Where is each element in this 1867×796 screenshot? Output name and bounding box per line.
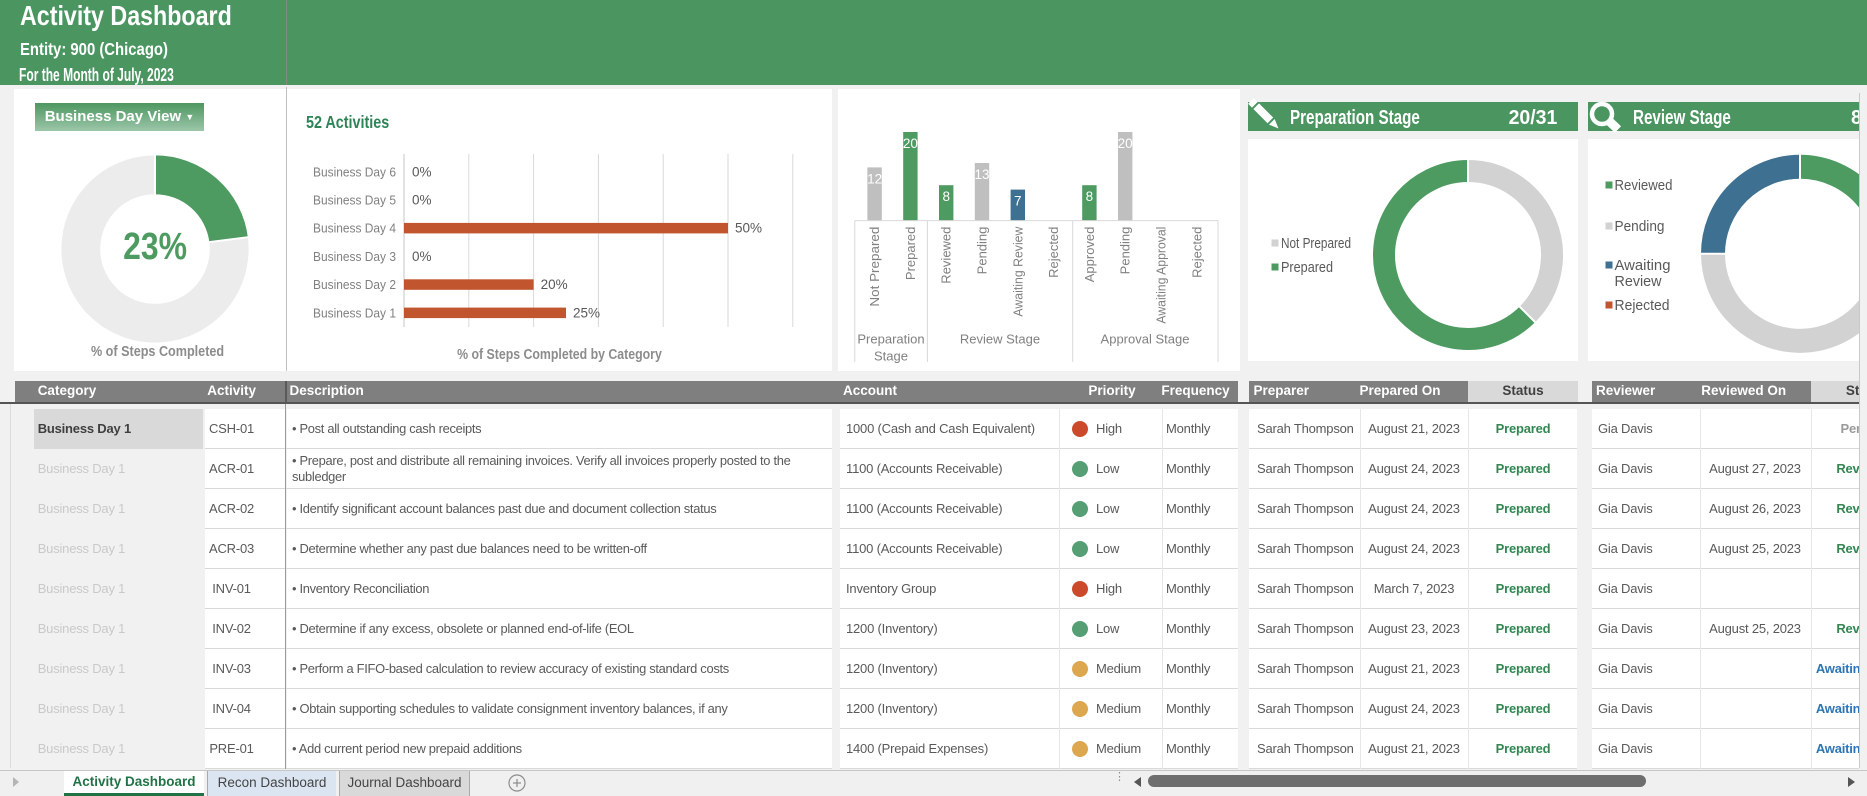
svg-text:0%: 0%: [412, 193, 432, 208]
svg-text:Rejected: Rejected: [1189, 227, 1204, 278]
svg-text:Reviewed: Reviewed: [1615, 177, 1673, 194]
svg-text:Approved: Approved: [1082, 227, 1097, 283]
svg-text:8: 8: [1086, 189, 1094, 204]
svg-text:Business Day 3: Business Day 3: [313, 249, 396, 264]
svg-text:Pending: Pending: [1615, 218, 1665, 235]
svg-text:20: 20: [903, 136, 918, 151]
svg-text:Pending: Pending: [975, 227, 990, 275]
svg-text:25%: 25%: [573, 305, 600, 320]
svg-text:Review Stage: Review Stage: [960, 332, 1040, 347]
svg-text:Awaiting: Awaiting: [1615, 257, 1671, 274]
svg-text:Pending: Pending: [1118, 227, 1133, 275]
svg-text:Business Day 6: Business Day 6: [313, 164, 396, 179]
svg-text:Prepared: Prepared: [1281, 259, 1333, 276]
svg-text:Review: Review: [1615, 273, 1662, 290]
svg-text:13: 13: [974, 167, 989, 182]
svg-text:Awaiting Review: Awaiting Review: [1010, 226, 1025, 317]
svg-text:Stage: Stage: [874, 349, 908, 364]
svg-text:Rejected: Rejected: [1046, 227, 1061, 278]
svg-text:20: 20: [1118, 136, 1133, 151]
svg-text:Not Prepared: Not Prepared: [1281, 235, 1351, 252]
svg-text:20%: 20%: [541, 277, 568, 292]
svg-text:Business Day 5: Business Day 5: [313, 193, 396, 208]
svg-text:50%: 50%: [735, 221, 762, 236]
svg-text:0%: 0%: [412, 164, 432, 179]
svg-text:Business Day 1: Business Day 1: [313, 305, 396, 320]
svg-text:Business Day 2: Business Day 2: [313, 277, 396, 292]
svg-text:Rejected: Rejected: [1615, 297, 1670, 314]
svg-text:12: 12: [867, 171, 882, 186]
svg-text:Reviewed: Reviewed: [939, 227, 954, 284]
svg-text:Prepared: Prepared: [903, 227, 918, 280]
svg-text:Awaiting Approval: Awaiting Approval: [1154, 226, 1169, 323]
svg-text:Not Prepared: Not Prepared: [867, 227, 882, 307]
svg-text:7: 7: [1014, 194, 1022, 209]
svg-text:0%: 0%: [412, 249, 432, 264]
svg-text:Approval Stage: Approval Stage: [1101, 332, 1190, 347]
svg-text:Preparation: Preparation: [857, 332, 924, 347]
svg-text:Business Day 4: Business Day 4: [313, 221, 396, 236]
svg-text:8: 8: [942, 189, 950, 204]
